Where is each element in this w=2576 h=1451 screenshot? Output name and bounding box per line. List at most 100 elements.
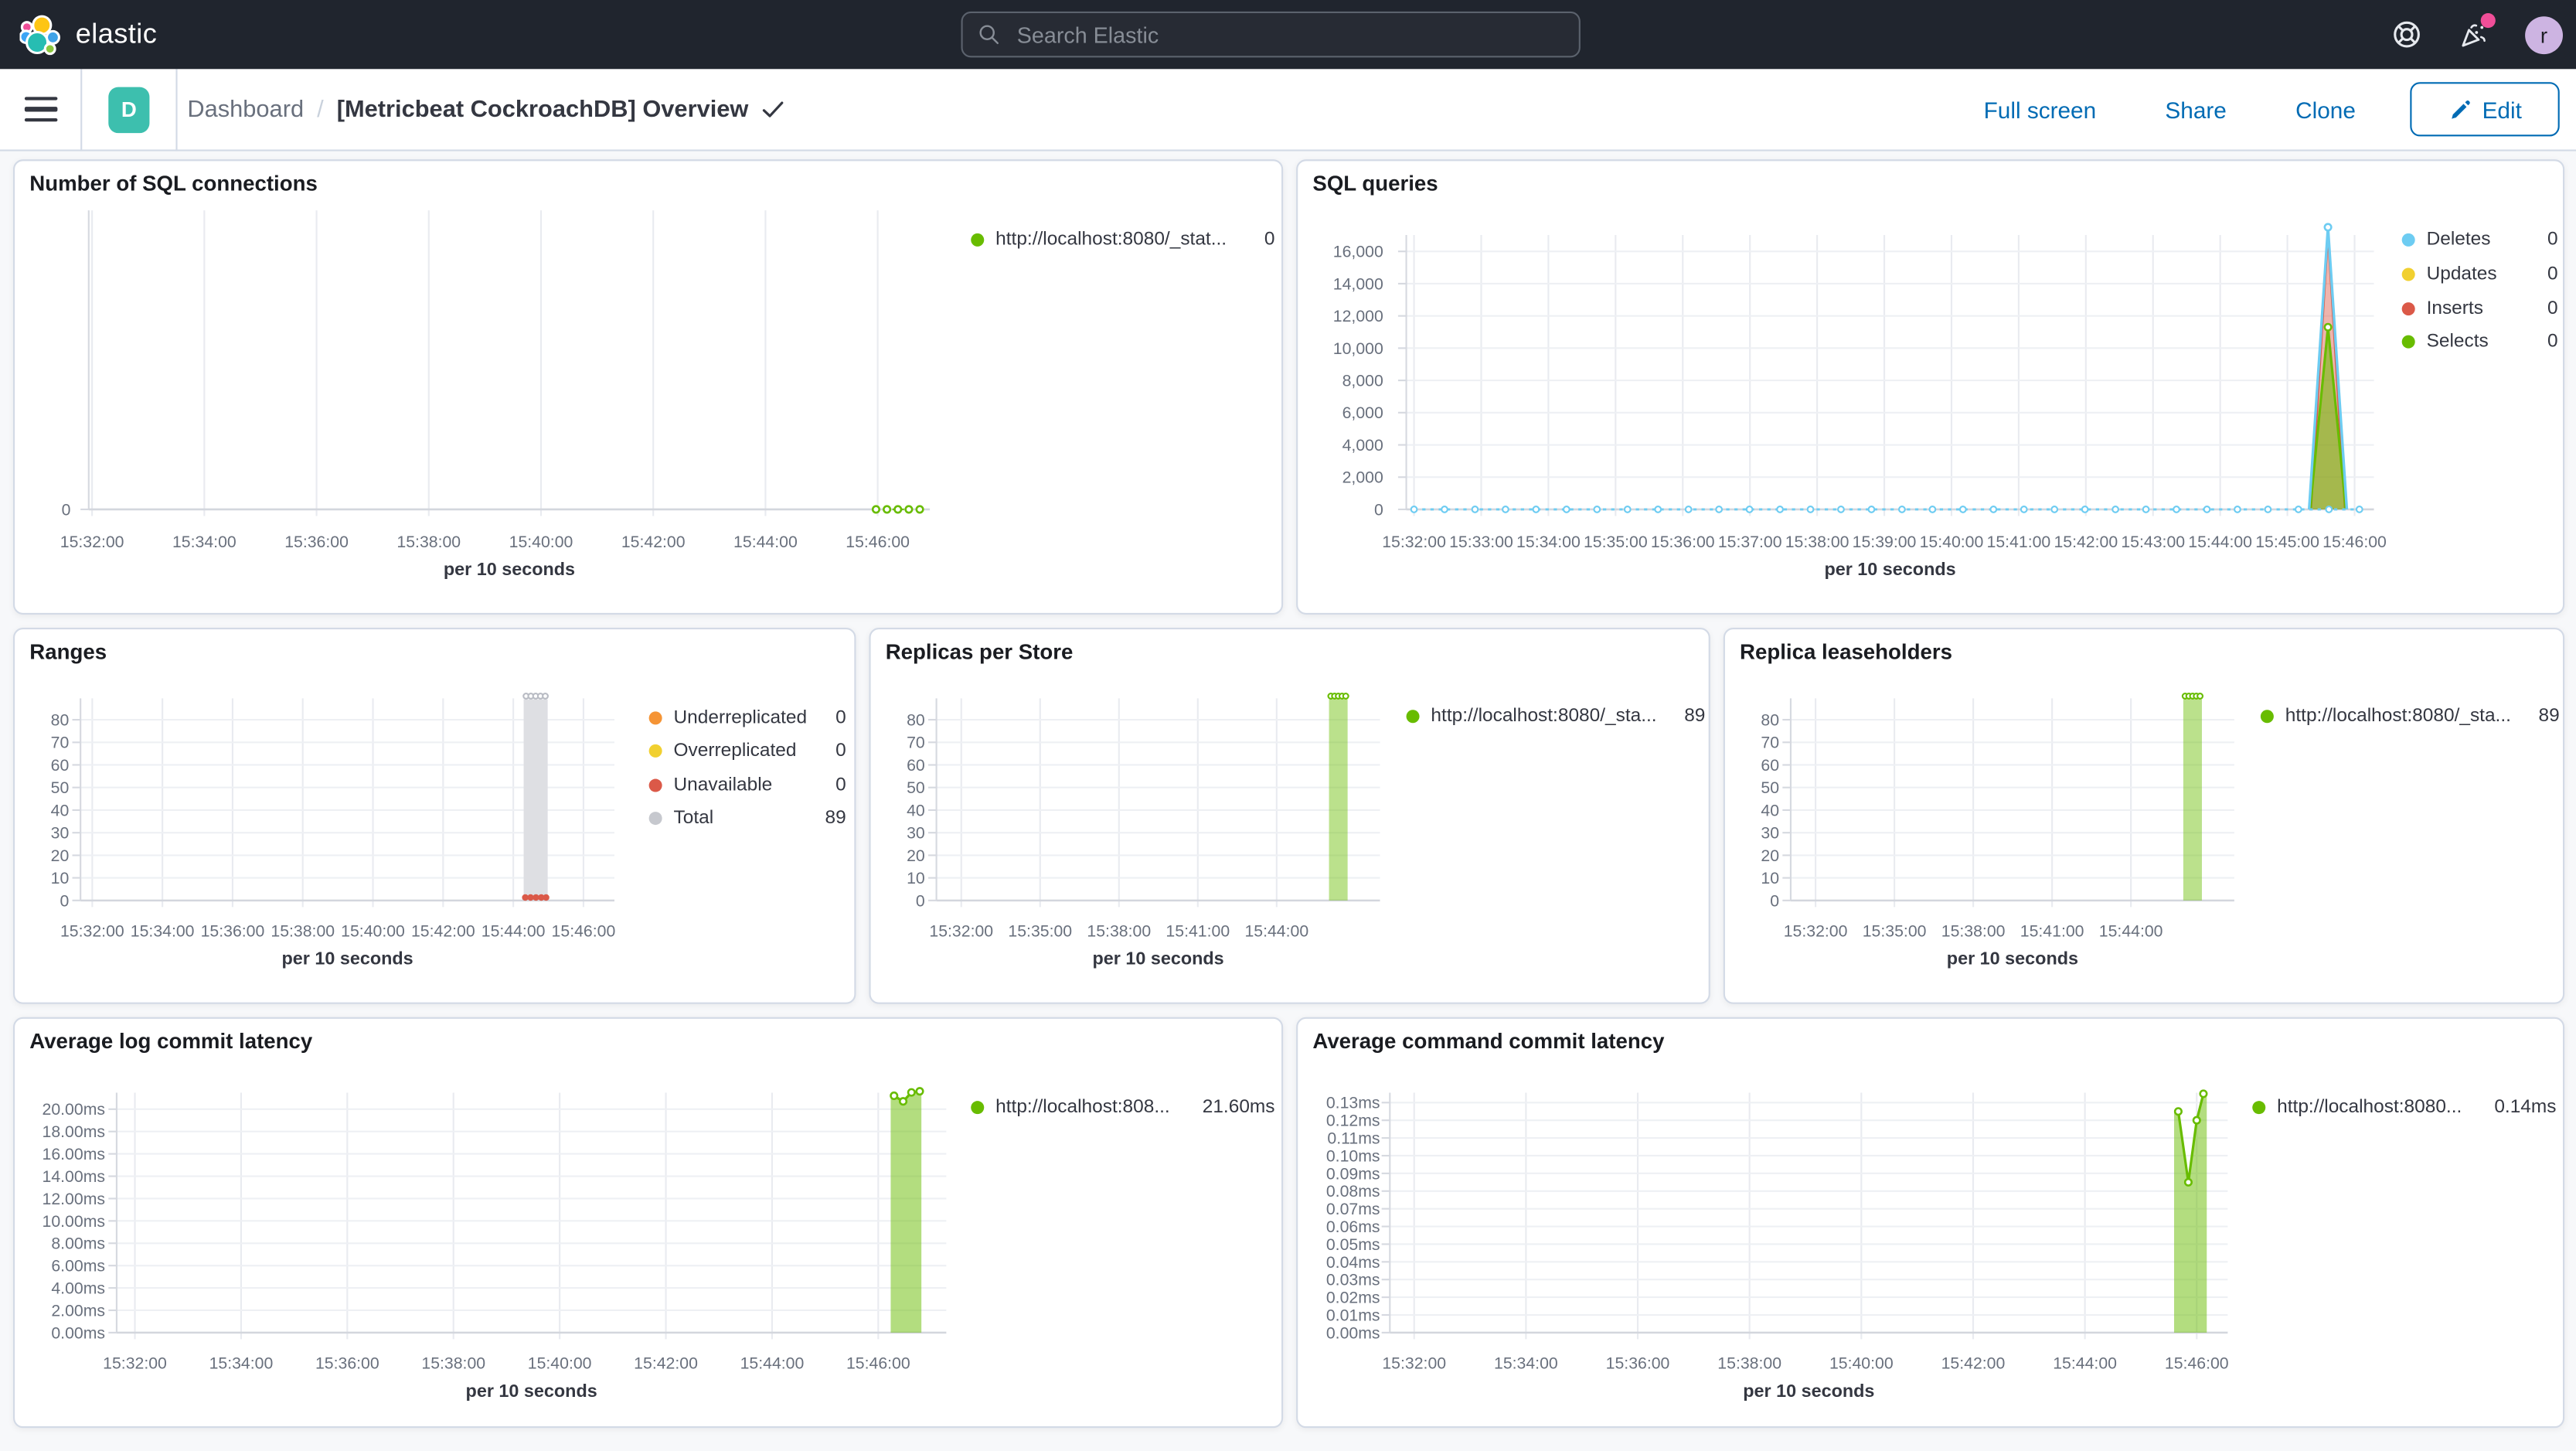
elastic-logo-text: elastic: [75, 18, 158, 49]
x-tick-label: 15:35:00: [1008, 922, 1072, 941]
chart-legend: Deletes 0 Updates 0 Inserts 0 Selects 0: [2401, 227, 2558, 363]
newsfeed-button[interactable]: [2458, 13, 2496, 51]
legend-item[interactable]: Deletes 0: [2401, 227, 2558, 253]
x-tick-label: 15:35:00: [1863, 922, 1927, 941]
legend-series-dot: [2401, 336, 2415, 349]
global-search-bar[interactable]: [961, 11, 1581, 58]
chart-legend: http://localhost:8080... 0.14ms: [2252, 1095, 2556, 1121]
y-tick-label: 0.03ms: [1326, 1271, 1380, 1289]
chart-legend: http://localhost:8080/_stat... 0: [971, 227, 1274, 261]
legend-series-value: 0: [2547, 230, 2558, 250]
x-tick-label: 15:40:00: [341, 922, 405, 941]
search-input[interactable]: [1013, 20, 1564, 49]
legend-series-label: http://localhost:808...: [995, 1097, 1170, 1118]
clone-button[interactable]: Clone: [2261, 96, 2390, 122]
legend-series-value: 0: [2547, 298, 2558, 318]
x-tick-label: 15:36:00: [201, 922, 265, 941]
x-tick-label: 15:40:00: [1920, 533, 1984, 551]
legend-item[interactable]: Underreplicated 0: [648, 705, 846, 731]
legend-item[interactable]: Updates 0: [2401, 261, 2558, 288]
legend-series-dot: [648, 778, 662, 792]
y-tick-label: 6.00ms: [51, 1257, 105, 1276]
edit-button-label: Edit: [2482, 96, 2522, 123]
legend-item[interactable]: http://localhost:8080/_stat... 0: [971, 227, 1274, 253]
breadcrumb-dashboard-link[interactable]: Dashboard: [187, 96, 304, 122]
y-tick-label: 0.09ms: [1326, 1164, 1380, 1183]
help-button[interactable]: [2391, 18, 2424, 51]
full-screen-button[interactable]: Full screen: [1949, 96, 2131, 122]
chart-legend: http://localhost:8080/_sta... 89: [1406, 703, 1705, 730]
chart-canvas-sql-queries[interactable]: 15:32:00 15:33:00 15:34:00 15:35:00 15:36:00…: [1298, 161, 2564, 615]
y-tick-label: 70: [51, 734, 70, 752]
x-tick-label: 15:46:00: [2322, 533, 2387, 551]
y-tick-label: 50: [51, 778, 70, 797]
y-tick-label: 0.06ms: [1326, 1218, 1380, 1236]
y-tick-label: 0: [60, 891, 69, 910]
y-tick-label: 0.00ms: [51, 1323, 105, 1342]
chart-canvas-replica-leaseholders[interactable]: 15:32:00 15:35:00 15:38:00 15:41:00 15:44:00…: [1725, 629, 2564, 1004]
legend-series-dot: [971, 233, 985, 247]
y-tick-label: 0.01ms: [1326, 1306, 1380, 1324]
x-tick-label: 15:38:00: [1785, 533, 1849, 551]
y-tick-label: 80: [51, 710, 70, 729]
x-tick-label: 15:32:00: [1382, 533, 1446, 551]
y-tick-label: 4,000: [1342, 436, 1383, 455]
y-tick-label: 16.00ms: [43, 1145, 106, 1163]
elastic-home-link[interactable]: elastic: [0, 14, 157, 55]
y-tick-label: 14,000: [1333, 274, 1383, 293]
legend-series-dot: [971, 1101, 985, 1115]
x-tick-label: 15:44:00: [2188, 533, 2252, 551]
legend-item[interactable]: Overreplicated 0: [648, 738, 846, 765]
x-tick-label: 15:42:00: [2054, 533, 2118, 551]
x-tick-label: 15:43:00: [2121, 533, 2185, 551]
chart-canvas-replicas-per-store[interactable]: 15:32:00 15:35:00 15:38:00 15:41:00 15:44:00…: [871, 629, 1710, 1004]
chart-canvas-avg-log-commit-latency[interactable]: 15:32:00 15:34:00 15:36:00 15:38:00 15:40:00…: [15, 1019, 1283, 1428]
x-tick-label: 15:44:00: [740, 1354, 805, 1373]
panel-title: Replicas per Store: [885, 639, 1074, 664]
legend-item[interactable]: Selects 0: [2401, 329, 2558, 356]
panel-title: Ranges: [29, 639, 107, 664]
dashboard-app-badge: D: [108, 86, 150, 133]
x-tick-label: 15:46:00: [552, 922, 616, 941]
y-tick-label: 20: [51, 846, 70, 865]
legend-series-label: Overreplicated: [673, 741, 797, 761]
chart-legend: http://localhost:8080/_sta... 89: [2260, 703, 2560, 730]
chart-canvas-avg-command-commit-latency[interactable]: 15:32:00 15:34:00 15:36:00 15:38:00 15:40:00…: [1298, 1019, 2564, 1428]
legend-item[interactable]: http://localhost:8080/_sta... 89: [1406, 703, 1705, 730]
panel-sql-queries: SQL queries 15:32:00 15:33:00 15:34:00 15:3…: [1296, 159, 2565, 615]
edit-button[interactable]: Edit: [2410, 82, 2560, 137]
legend-item[interactable]: Unavailable 0: [648, 771, 846, 798]
y-tick-label: 12,000: [1333, 307, 1383, 325]
panel-number-of-sql-connections: Number of SQL connections 15:32:00 15:34:…: [13, 159, 1284, 615]
legend-series-value: 0: [835, 741, 846, 761]
user-avatar[interactable]: r: [2525, 15, 2563, 54]
legend-item[interactable]: Inserts 0: [2401, 295, 2558, 322]
x-axis-title: per 10 seconds: [1824, 559, 1955, 579]
x-tick-label: 15:45:00: [2255, 533, 2319, 551]
x-tick-label: 15:44:00: [1244, 922, 1308, 941]
menu-icon[interactable]: [24, 96, 58, 123]
legend-item[interactable]: http://localhost:8080/_sta... 89: [2260, 703, 2560, 730]
y-tick-label: 80: [907, 710, 925, 729]
legend-series-dot: [2260, 710, 2274, 724]
dashboard-toolbar: D Dashboard / [Metricbeat CockroachDB] O…: [0, 68, 2576, 152]
legend-item[interactable]: Total 89: [648, 805, 846, 831]
y-tick-label: 20: [907, 846, 925, 865]
legend-series-value: 89: [825, 808, 846, 829]
legend-series-dot: [2401, 233, 2415, 247]
header-icons: r: [2391, 0, 2563, 69]
y-tick-label: 0.05ms: [1326, 1235, 1380, 1254]
y-tick-label: 10: [907, 869, 925, 887]
y-tick-label: 40: [1761, 801, 1779, 819]
chart-area: 15:32:00 15:35:00 15:38:00 15:41:00 15:44:00…: [871, 629, 1710, 1004]
dashboard-title-menu[interactable]: [Metricbeat CockroachDB] Overview: [337, 96, 783, 122]
y-tick-label: 80: [1761, 710, 1779, 729]
panel-title: SQL queries: [1312, 171, 1438, 196]
legend-item[interactable]: http://localhost:8080... 0.14ms: [2252, 1095, 2556, 1121]
x-axis-title: per 10 seconds: [1947, 949, 2078, 969]
legend-series-value: 0.14ms: [2494, 1097, 2557, 1118]
x-tick-label: 15:36:00: [315, 1354, 379, 1373]
x-tick-label: 15:37:00: [1718, 533, 1782, 551]
legend-item[interactable]: http://localhost:808... 21.60ms: [971, 1095, 1274, 1121]
share-button[interactable]: Share: [2131, 96, 2261, 122]
